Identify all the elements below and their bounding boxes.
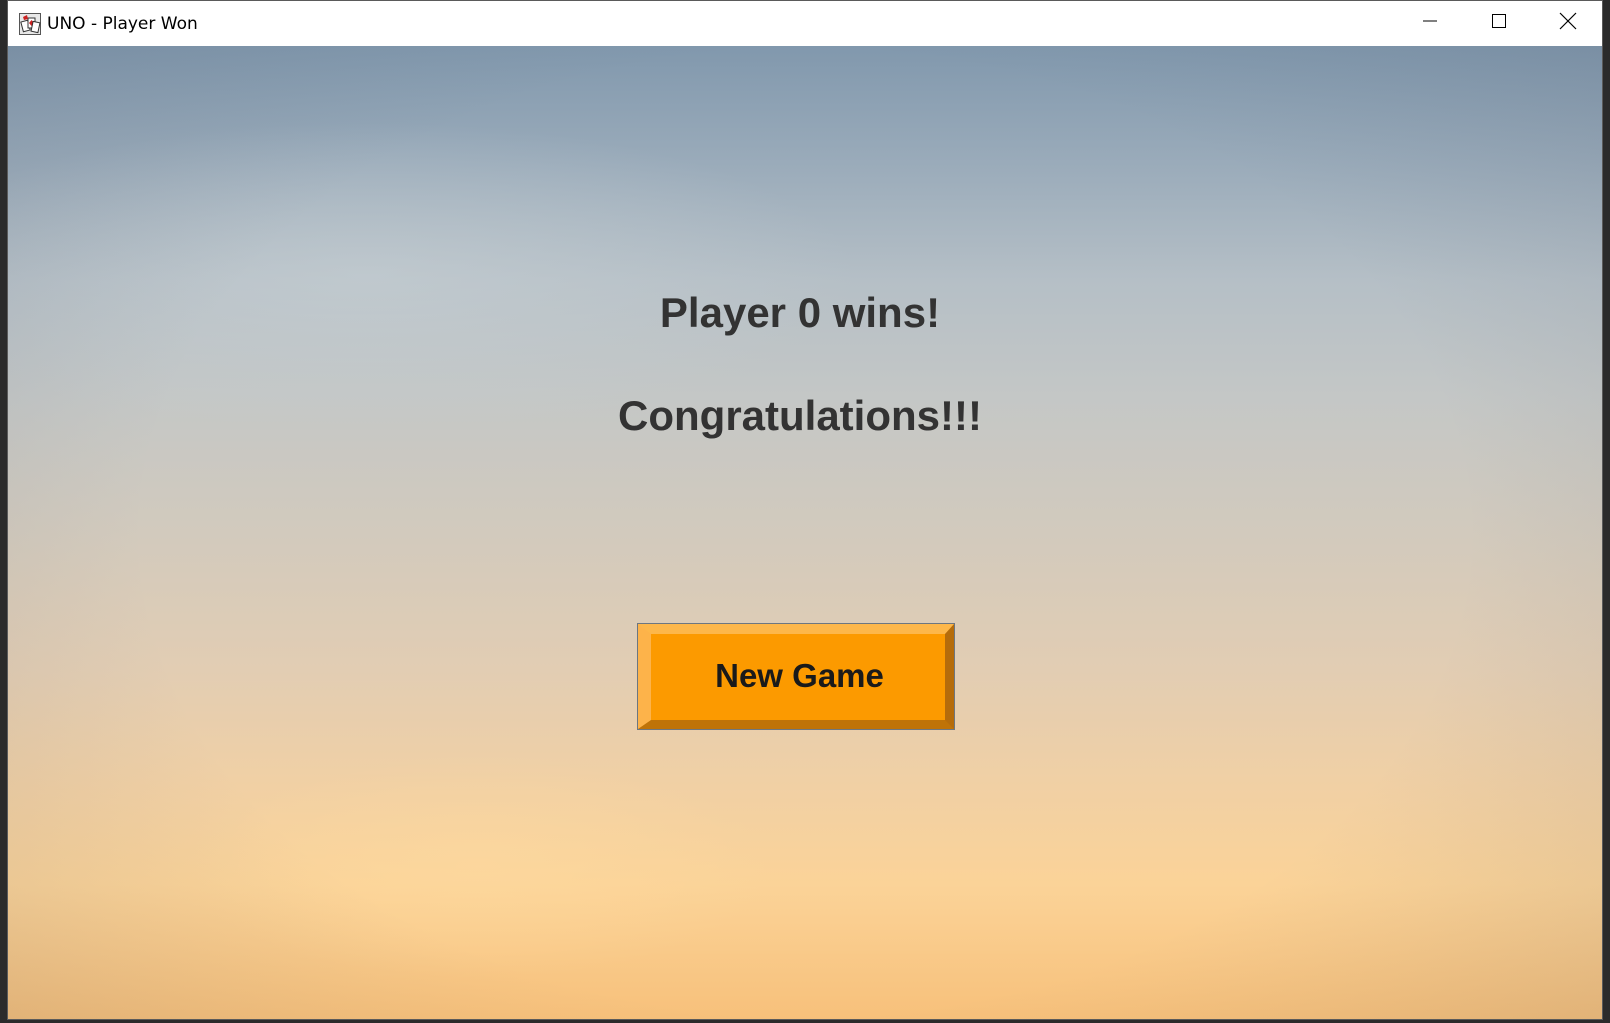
window-controls [1395,1,1602,46]
minimize-icon [1422,13,1438,34]
minimize-button[interactable] [1395,1,1464,46]
app-window: UNO - Player Won Player 0 wins! Congratu… [7,0,1603,1020]
maximize-icon [1491,13,1507,34]
new-game-button[interactable]: New Game [637,623,955,730]
new-game-label: New Game [715,657,884,694]
close-button[interactable] [1533,1,1602,46]
win-screen-panel: Player 0 wins! Congratulations!!! New Ga… [8,46,1602,1019]
congratulations-message: Congratulations!!! [618,392,982,439]
winner-message: Player 0 wins! [659,289,941,336]
window-title: UNO - Player Won [47,13,198,34]
maximize-button[interactable] [1464,1,1533,46]
uno-app-icon [19,12,41,35]
close-icon [1559,12,1577,35]
title-bar[interactable]: UNO - Player Won [8,1,1602,46]
